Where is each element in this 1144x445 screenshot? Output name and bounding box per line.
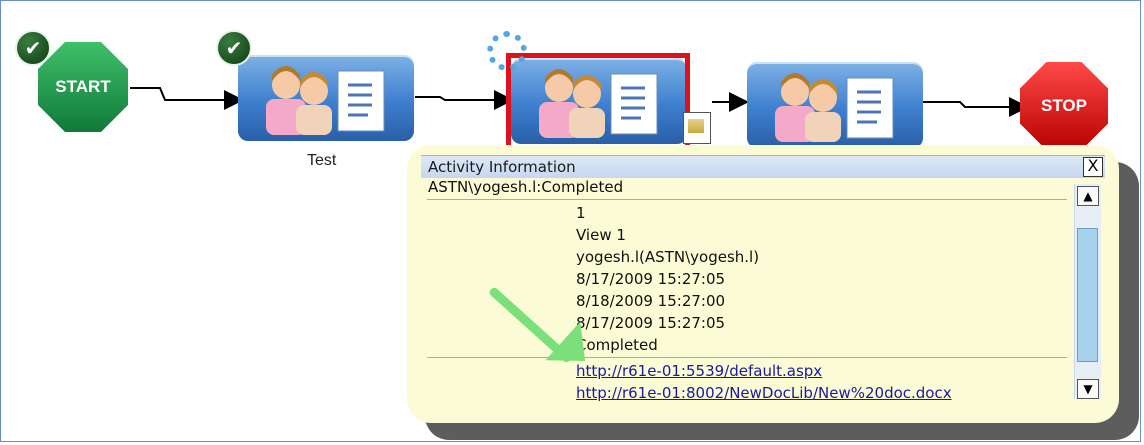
detail-row: 1: [576, 204, 586, 222]
task-node-test[interactable]: [238, 55, 414, 141]
link-default-aspx[interactable]: http://r61e-01:5539/default.aspx: [576, 362, 822, 380]
popup-title: Activity Information: [428, 158, 576, 176]
start-node[interactable]: START: [38, 42, 128, 132]
task-node-next[interactable]: [747, 62, 923, 148]
status-line: ASTN\yogesh.l:Completed: [428, 178, 624, 196]
users-document-icon: [266, 66, 385, 135]
check-icon: ✔: [216, 30, 252, 66]
scrollbar-thumb[interactable]: [1077, 228, 1098, 362]
divider: [427, 199, 1067, 200]
document-icon[interactable]: [683, 112, 711, 144]
scroll-down-button[interactable]: ▼: [1077, 379, 1099, 399]
divider: [427, 357, 1067, 358]
detail-row: 8/17/2009 15:27:05: [576, 270, 726, 288]
scroll-up-button[interactable]: ▲: [1077, 186, 1099, 206]
link-new-doc[interactable]: http://r61e-01:8002/NewDocLib/New%20doc.…: [576, 384, 952, 402]
detail-row: yogesh.l(ASTN\yogesh.l): [576, 248, 760, 266]
detail-row: View 1: [576, 226, 626, 244]
detail-row: 8/18/2009 15:27:00: [576, 292, 726, 310]
detail-row: 8/17/2009 15:27:05: [576, 314, 726, 332]
users-document-icon: [775, 73, 894, 142]
loading-spinner-icon: [487, 31, 527, 71]
stop-label: STOP: [1041, 96, 1087, 115]
selected-task-highlight: [506, 53, 690, 156]
close-button[interactable]: X: [1083, 157, 1103, 177]
check-icon: ✔: [15, 30, 51, 66]
start-label: START: [55, 77, 111, 96]
task-label-test: Test: [307, 152, 337, 169]
